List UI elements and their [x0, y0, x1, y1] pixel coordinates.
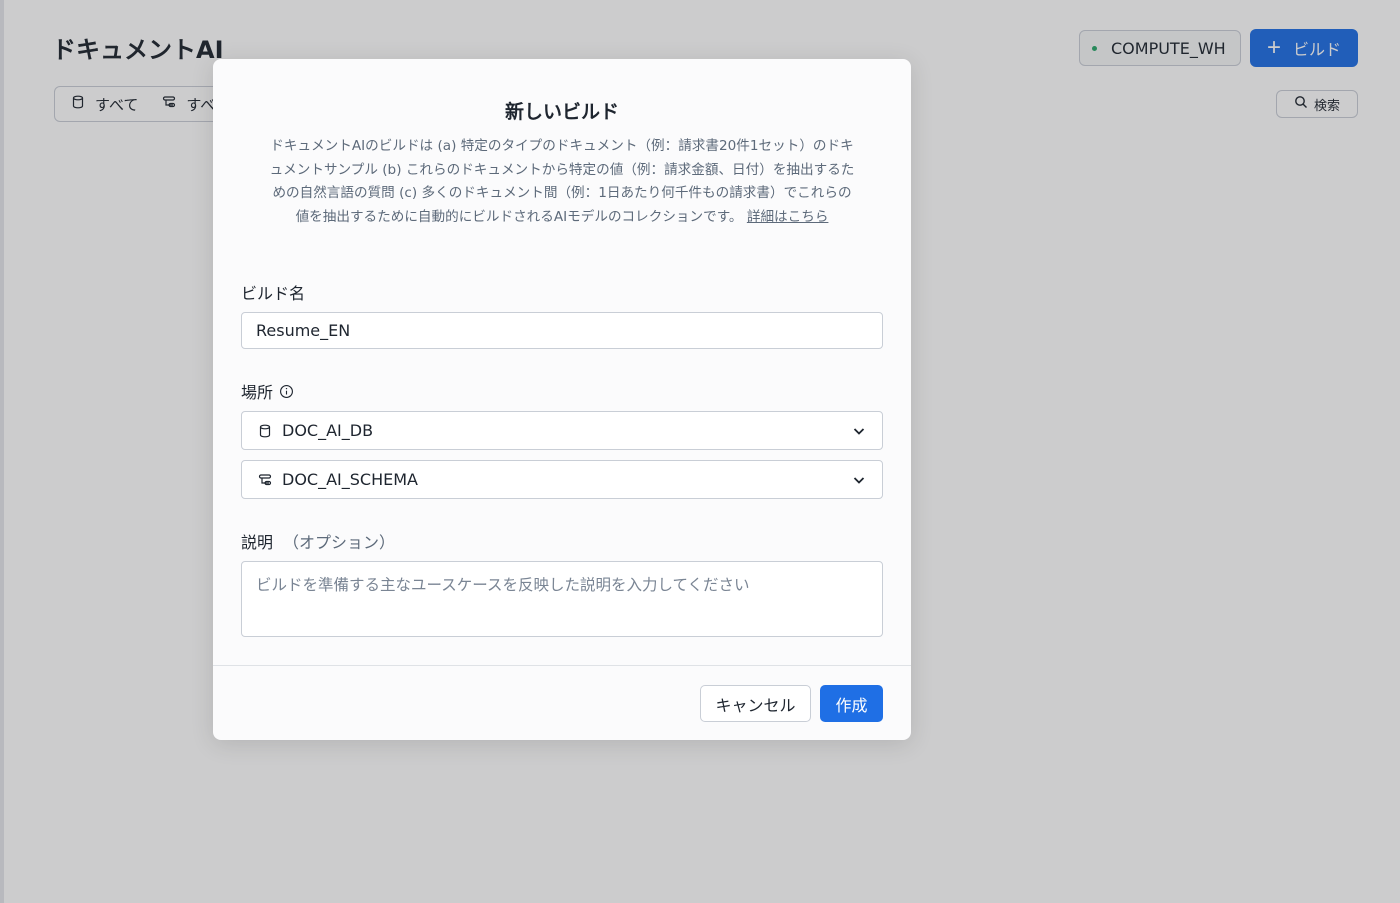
create-button[interactable]: 作成	[820, 685, 883, 722]
description-textarea[interactable]	[241, 561, 883, 637]
location-label: 場所	[241, 379, 294, 403]
database-select-value: DOC_AI_DB	[282, 421, 374, 440]
learn-more-link[interactable]: 詳細はこちら	[747, 209, 829, 225]
chevron-down-icon	[852, 424, 866, 438]
dialog-title: 新しいビルド	[504, 101, 619, 123]
schema-select[interactable]: DOC_AI_SCHEMA	[241, 460, 883, 499]
build-name-label: ビルド名	[241, 280, 305, 304]
chevron-down-icon	[852, 473, 866, 487]
footer-divider	[213, 665, 911, 666]
new-build-dialog: 新しいビルド ドキュメントAIのビルドは (a) 特定のタイプのドキュメント（例…	[213, 59, 911, 740]
cancel-button[interactable]: キャンセル	[700, 685, 811, 722]
description-label-text: 説明	[241, 533, 274, 552]
database-select[interactable]: DOC_AI_DB	[241, 411, 883, 450]
schema-icon	[258, 473, 272, 487]
info-icon[interactable]	[279, 384, 294, 399]
database-icon	[258, 424, 272, 438]
description-label: 説明 （オプション）	[241, 529, 395, 553]
location-label-text: 場所	[241, 383, 274, 402]
dialog-description: ドキュメントAIのビルドは (a) 特定のタイプのドキュメント（例：請求書20件…	[269, 135, 855, 229]
optional-label: （オプション）	[283, 533, 396, 552]
build-name-label-text: ビルド名	[241, 284, 306, 303]
build-name-input[interactable]	[241, 312, 883, 349]
schema-select-value: DOC_AI_SCHEMA	[282, 470, 418, 489]
